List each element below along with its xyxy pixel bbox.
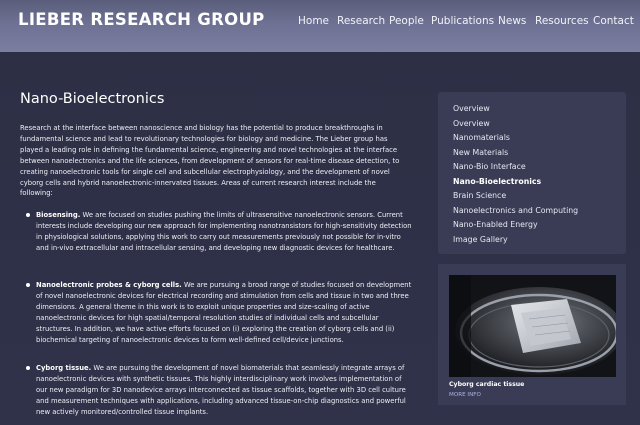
bullet-dot-icon [26, 366, 30, 370]
sidebar-item-nano-bioelectronics[interactable]: Nano-Bioelectronics [453, 177, 541, 186]
nav-people[interactable]: People [389, 15, 424, 27]
sidebar-item-overview-2[interactable]: Overview [453, 119, 490, 128]
sidebar-item-brain-science[interactable]: Brain Science [453, 191, 506, 200]
sidebar-item-new-materials[interactable]: New Materials [453, 148, 508, 157]
nav-publications[interactable]: Publications [431, 15, 494, 27]
feature-caption: Cyborg cardiac tissue [449, 381, 525, 388]
bullet-dot-icon [26, 283, 30, 287]
bullet-text: We are pursuing the development of novel… [36, 364, 406, 416]
site-title[interactable]: LIEBER RESEARCH GROUP [18, 10, 265, 29]
sidebar-item-image-gallery[interactable]: Image Gallery [453, 235, 508, 244]
list-item: Nanoelectronic probes & cyborg cells. We… [26, 280, 412, 345]
bullet-title: Cyborg tissue. [36, 364, 92, 372]
sidebar-item-nano-bio-interface[interactable]: Nano-Bio Interface [453, 162, 526, 171]
nav-home[interactable]: Home [298, 15, 329, 27]
feature-panel: Cyborg cardiac tissue MORE INFO [438, 264, 626, 405]
bullet-dot-icon [26, 213, 30, 217]
petri-dish-image [449, 275, 616, 377]
list-item: Biosensing. We are focused on studies pu… [26, 210, 412, 254]
cyborg-tissue-photo[interactable] [449, 275, 616, 377]
bullet-title: Biosensing. [36, 211, 81, 219]
nav-news[interactable]: News [498, 15, 526, 27]
bullet-title: Nanoelectronic probes & cyborg cells. [36, 281, 182, 289]
nav-contact[interactable]: Contact [593, 15, 634, 27]
site-header: LIEBER RESEARCH GROUP Home Research Peop… [0, 0, 640, 52]
sidebar-nav: Overview Overview Nanomaterials New Mate… [438, 92, 626, 254]
more-info-link[interactable]: MORE INFO [449, 392, 481, 398]
sidebar-item-nanomaterials[interactable]: Nanomaterials [453, 133, 510, 142]
sidebar-item-overview[interactable]: Overview [453, 104, 490, 113]
nav-research[interactable]: Research [337, 15, 385, 27]
page-title: Nano-Bioelectronics [20, 91, 165, 107]
bullet-text: We are focused on studies pushing the li… [36, 211, 412, 252]
list-item: Cyborg tissue. We are pursuing the devel… [26, 363, 412, 418]
intro-paragraph: Research at the interface between nanosc… [20, 124, 400, 198]
sidebar-item-nanoelectronics-computing[interactable]: Nanoelectronics and Computing [453, 206, 578, 215]
sidebar-item-nano-enabled-energy[interactable]: Nano-Enabled Energy [453, 220, 538, 229]
bullet-text: We are pursuing a broad range of studies… [36, 281, 412, 344]
nav-resources[interactable]: Resources [535, 15, 589, 27]
